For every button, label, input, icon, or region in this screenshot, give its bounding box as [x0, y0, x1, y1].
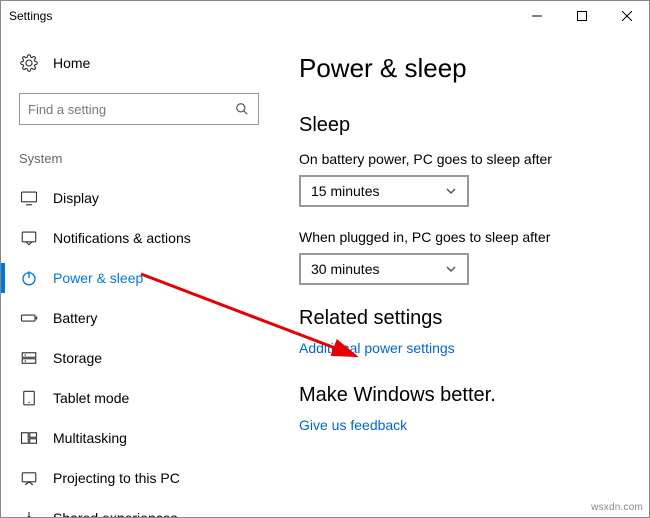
battery-sleep-label: On battery power, PC goes to sleep after	[299, 151, 609, 167]
sidebar-item-label: Shared experiences	[53, 510, 178, 517]
sidebar: Home Find a setting System Display Notif…	[1, 31, 279, 517]
sidebar-item-battery[interactable]: Battery	[19, 298, 279, 338]
titlebar: Settings	[1, 1, 649, 31]
display-icon	[19, 188, 39, 208]
section-title-related: Related settings	[299, 307, 609, 330]
minimize-icon	[532, 11, 542, 21]
watermark: wsxdn.com	[591, 502, 643, 513]
sidebar-nav: Display Notifications & actions Power & …	[19, 178, 279, 517]
window-title: Settings	[9, 9, 52, 23]
plugged-sleep-select[interactable]: 30 minutes	[299, 253, 469, 285]
sidebar-item-label: Battery	[53, 310, 97, 326]
battery-sleep-value: 15 minutes	[311, 183, 445, 199]
gear-icon	[19, 53, 39, 73]
shared-icon	[19, 508, 39, 517]
chevron-down-icon	[445, 263, 457, 275]
feedback-link[interactable]: Give us feedback	[299, 417, 609, 433]
notifications-icon	[19, 228, 39, 248]
sidebar-group-label: System	[19, 151, 279, 166]
plugged-sleep-value: 30 minutes	[311, 261, 445, 277]
multitasking-icon	[19, 428, 39, 448]
maximize-button[interactable]	[559, 1, 604, 31]
section-title-sleep: Sleep	[299, 114, 609, 137]
maximize-icon	[577, 11, 587, 21]
sidebar-item-notifications[interactable]: Notifications & actions	[19, 218, 279, 258]
home-label: Home	[53, 55, 90, 71]
content-pane: Power & sleep Sleep On battery power, PC…	[279, 31, 649, 517]
search-placeholder: Find a setting	[28, 102, 234, 117]
power-icon	[19, 268, 39, 288]
sidebar-item-display[interactable]: Display	[19, 178, 279, 218]
plugged-sleep-label: When plugged in, PC goes to sleep after	[299, 229, 609, 245]
home-nav[interactable]: Home	[19, 43, 279, 83]
page-title: Power & sleep	[299, 53, 609, 84]
window-controls	[514, 1, 649, 31]
sidebar-item-label: Display	[53, 190, 99, 206]
chevron-down-icon	[445, 185, 457, 197]
section-title-better: Make Windows better.	[299, 384, 609, 407]
sidebar-item-multitasking[interactable]: Multitasking	[19, 418, 279, 458]
sidebar-item-shared-experiences[interactable]: Shared experiences	[19, 498, 279, 517]
storage-icon	[19, 348, 39, 368]
settings-window: Settings Home Find a setting	[0, 0, 650, 518]
window-body: Home Find a setting System Display Notif…	[1, 31, 649, 517]
close-icon	[622, 11, 632, 21]
battery-icon	[19, 308, 39, 328]
projecting-icon	[19, 468, 39, 488]
battery-sleep-select[interactable]: 15 minutes	[299, 175, 469, 207]
minimize-button[interactable]	[514, 1, 559, 31]
sidebar-item-label: Power & sleep	[53, 270, 143, 286]
sidebar-item-label: Tablet mode	[53, 390, 129, 406]
close-button[interactable]	[604, 1, 649, 31]
search-icon	[234, 101, 250, 117]
additional-power-settings-link[interactable]: Additional power settings	[299, 340, 609, 356]
sidebar-item-label: Notifications & actions	[53, 230, 191, 246]
sidebar-item-label: Storage	[53, 350, 102, 366]
sidebar-item-label: Projecting to this PC	[53, 470, 180, 486]
tablet-icon	[19, 388, 39, 408]
sidebar-item-tablet-mode[interactable]: Tablet mode	[19, 378, 279, 418]
sidebar-item-label: Multitasking	[53, 430, 127, 446]
sidebar-item-projecting[interactable]: Projecting to this PC	[19, 458, 279, 498]
sidebar-item-storage[interactable]: Storage	[19, 338, 279, 378]
search-input[interactable]: Find a setting	[19, 93, 259, 125]
sidebar-item-power-sleep[interactable]: Power & sleep	[19, 258, 279, 298]
